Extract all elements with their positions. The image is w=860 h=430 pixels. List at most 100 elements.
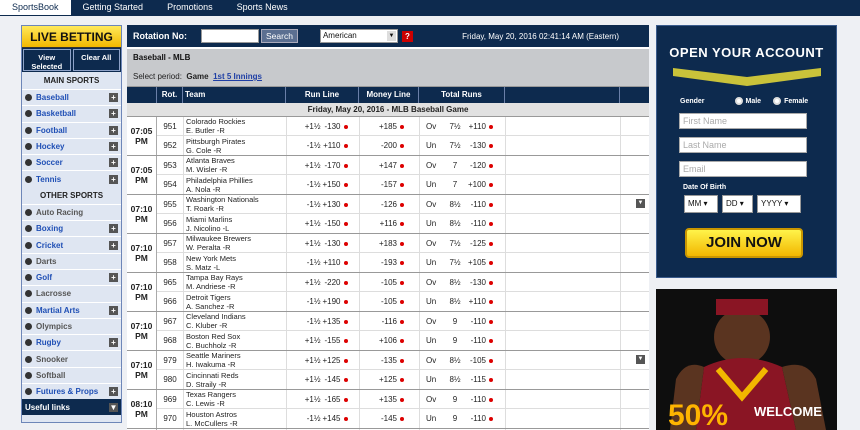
sidebar-item-lacrosse[interactable]: Lacrosse: [22, 285, 121, 302]
sidebar-item-softball[interactable]: Softball: [22, 366, 121, 384]
total-runs-cell[interactable]: Ov 7½ +110: [419, 117, 505, 135]
run-line-cell[interactable]: +1½ -130: [286, 117, 359, 135]
total-runs-cell[interactable]: Un 8½ -115: [419, 370, 505, 389]
sidebar-item-auto-racing[interactable]: Auto Racing: [22, 203, 121, 221]
dob-day-select[interactable]: DD ▾: [722, 195, 753, 213]
bet-dot-icon[interactable]: [400, 260, 404, 265]
plus-icon[interactable]: +: [109, 109, 118, 119]
run-line-cell[interactable]: +1½ -165: [286, 390, 359, 408]
money-line-cell[interactable]: +147: [359, 156, 419, 174]
bet-dot-icon[interactable]: [343, 163, 348, 168]
sidebar-item-basketball[interactable]: Basketball +: [22, 105, 121, 122]
bet-dot-icon[interactable]: [400, 163, 404, 168]
money-line-cell[interactable]: +183: [359, 234, 419, 252]
plus-icon[interactable]: +: [109, 338, 118, 348]
bet-dot-icon[interactable]: [489, 202, 493, 207]
first-name-input[interactable]: First Name: [679, 113, 807, 129]
bet-dot-icon[interactable]: [400, 241, 404, 246]
sidebar-item-soccer[interactable]: Soccer +: [22, 154, 121, 171]
sidebar-item-tennis[interactable]: Tennis +: [22, 170, 121, 187]
bet-dot-icon[interactable]: [343, 260, 348, 265]
sidebar-item-hockey[interactable]: Hockey +: [22, 137, 121, 155]
run-line-cell[interactable]: -1½ +190: [286, 292, 359, 311]
run-line-cell[interactable]: -1½ +145: [286, 409, 359, 428]
bet-dot-icon[interactable]: [400, 416, 404, 421]
plus-icon[interactable]: +: [109, 305, 118, 315]
run-line-cell[interactable]: -1½ +110: [286, 253, 359, 272]
rotation-input[interactable]: [201, 29, 259, 43]
total-runs-cell[interactable]: Un 9 -110: [419, 331, 505, 350]
bet-dot-icon[interactable]: [400, 397, 404, 402]
bet-dot-icon[interactable]: [489, 241, 493, 246]
money-line-cell[interactable]: -157: [359, 175, 419, 194]
bet-dot-icon[interactable]: [343, 124, 348, 129]
plus-icon[interactable]: +: [109, 142, 118, 152]
total-runs-cell[interactable]: Un 9 -110: [419, 409, 505, 428]
bet-dot-icon[interactable]: [400, 319, 404, 324]
bet-dot-icon[interactable]: [489, 163, 493, 168]
bet-dot-icon[interactable]: [343, 221, 348, 226]
sidebar-item-darts[interactable]: Darts: [22, 252, 121, 269]
money-line-cell[interactable]: -126: [359, 195, 419, 213]
odds-format-select[interactable]: American ▼: [319, 29, 398, 43]
run-line-cell[interactable]: -1½ +150: [286, 175, 359, 194]
bet-dot-icon[interactable]: [489, 416, 493, 421]
sidebar-item-cricket[interactable]: Cricket +: [22, 236, 121, 253]
money-line-cell[interactable]: +106: [359, 331, 419, 350]
run-line-cell[interactable]: -1½ +130: [286, 195, 359, 213]
plus-icon[interactable]: +: [109, 273, 118, 283]
bet-dot-icon[interactable]: [400, 338, 404, 343]
total-runs-cell[interactable]: Un 8½ +110: [419, 292, 505, 311]
top-tab-promotions[interactable]: Promotions: [155, 0, 225, 15]
total-runs-cell[interactable]: Ov 9 -110: [419, 390, 505, 408]
clear-all-button[interactable]: Clear All: [72, 49, 120, 71]
money-line-cell[interactable]: -105: [359, 273, 419, 291]
run-line-cell[interactable]: -1½ +110: [286, 136, 359, 155]
money-line-cell[interactable]: +125: [359, 370, 419, 389]
money-line-cell[interactable]: -135: [359, 351, 419, 369]
period-game[interactable]: Game: [186, 72, 208, 81]
plus-icon[interactable]: +: [109, 125, 118, 135]
bet-dot-icon[interactable]: [489, 397, 493, 402]
total-runs-cell[interactable]: Ov 8½ -130: [419, 273, 505, 291]
run-line-cell[interactable]: +1½ -220: [286, 273, 359, 291]
sidebar-item-futures-props[interactable]: Futures & Props +: [22, 383, 121, 400]
top-tab-sportsbook[interactable]: SportsBook: [0, 0, 71, 15]
bet-dot-icon[interactable]: [400, 202, 404, 207]
total-runs-cell[interactable]: Un 7½ +105: [419, 253, 505, 272]
sidebar-item-olympics[interactable]: Olympics: [22, 317, 121, 335]
bet-dot-icon[interactable]: [343, 377, 348, 382]
help-icon[interactable]: ?: [401, 30, 413, 42]
bet-dot-icon[interactable]: [343, 280, 348, 285]
period-first-five-link[interactable]: 1st 5 Innings: [213, 72, 262, 81]
view-selected-button[interactable]: View Selected: [23, 49, 71, 71]
bet-dot-icon[interactable]: [400, 377, 404, 382]
useful-links-button[interactable]: Useful links ▼: [22, 399, 121, 416]
bet-dot-icon[interactable]: [400, 124, 404, 129]
money-line-cell[interactable]: -105: [359, 292, 419, 311]
bet-dot-icon[interactable]: [400, 143, 404, 148]
bet-dot-icon[interactable]: [400, 280, 404, 285]
bet-dot-icon[interactable]: [343, 182, 348, 187]
bet-dot-icon[interactable]: [343, 397, 348, 402]
live-betting-button[interactable]: LIVE BETTING: [22, 26, 121, 48]
run-line-cell[interactable]: +1½ -130: [286, 234, 359, 252]
bet-dot-icon[interactable]: [489, 143, 493, 148]
bet-dot-icon[interactable]: [489, 338, 493, 343]
bet-dot-icon[interactable]: [343, 143, 348, 148]
top-tab-getting-started[interactable]: Getting Started: [71, 0, 156, 15]
sidebar-item-football[interactable]: Football +: [22, 121, 121, 138]
run-line-cell[interactable]: +1½ -170: [286, 156, 359, 174]
sidebar-item-martial-arts[interactable]: Martial Arts +: [22, 301, 121, 318]
bet-dot-icon[interactable]: [489, 377, 493, 382]
top-tab-sports-news[interactable]: Sports News: [225, 0, 300, 15]
run-line-cell[interactable]: -1½ +135: [286, 312, 359, 330]
bet-dot-icon[interactable]: [489, 221, 493, 226]
sidebar-item-baseball[interactable]: Baseball +: [22, 89, 121, 106]
total-runs-cell[interactable]: Ov 9 -110: [419, 312, 505, 330]
dob-month-select[interactable]: MM ▾: [684, 195, 718, 213]
run-line-cell[interactable]: +1½ +125: [286, 351, 359, 369]
male-radio[interactable]: [734, 97, 743, 105]
total-runs-cell[interactable]: Ov 7 -120: [419, 156, 505, 174]
money-line-cell[interactable]: -116: [359, 312, 419, 330]
